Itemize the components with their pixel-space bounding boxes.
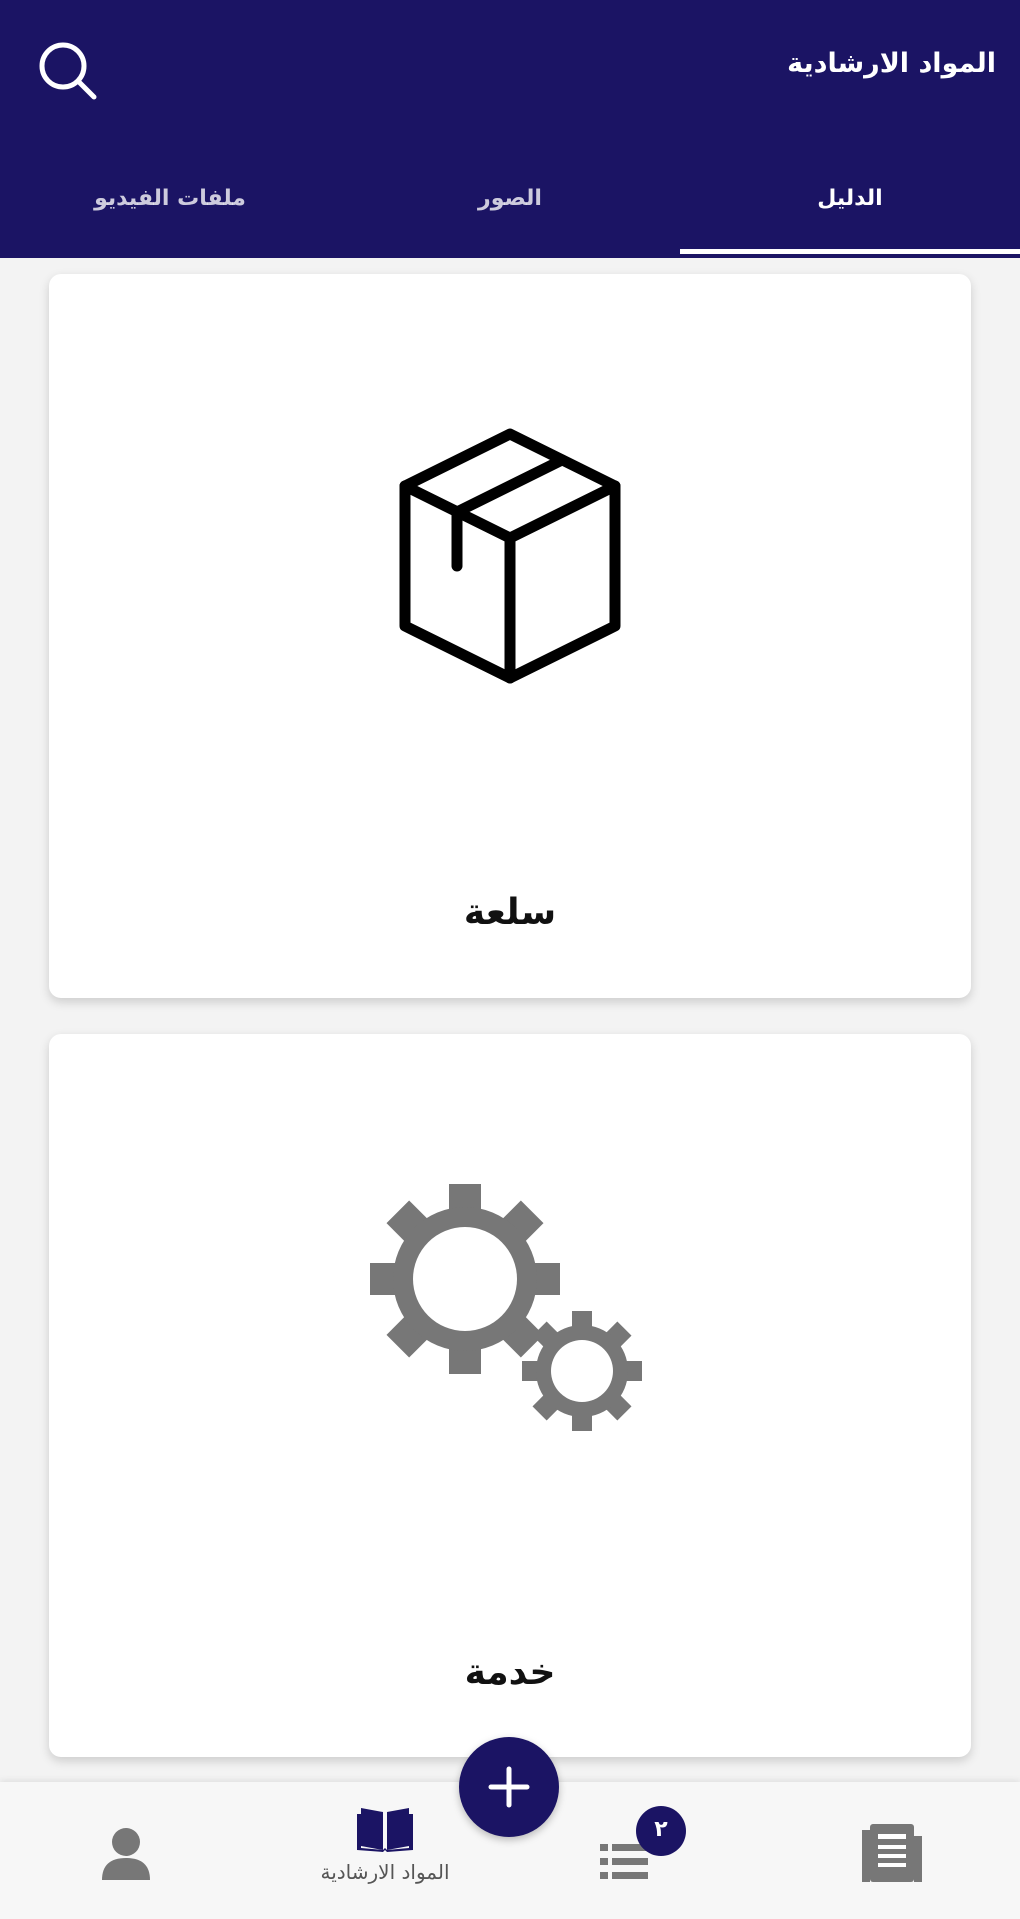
product-card-label: سلعة <box>463 892 557 933</box>
gears-icon <box>370 1184 642 1431</box>
tab-active-indicator <box>680 249 1020 254</box>
page-title: المواد الارشادية <box>787 48 996 79</box>
nav-list[interactable]: ٢ <box>596 1806 688 1896</box>
nav-profile[interactable] <box>96 1824 156 1884</box>
tab-photos[interactable]: الصور <box>340 160 680 258</box>
tab-videos[interactable]: ملفات الفيديو <box>0 160 340 258</box>
nav-guide-label: المواد الارشادية <box>320 1860 450 1884</box>
add-button[interactable] <box>459 1737 559 1837</box>
nav-guide-materials[interactable]: المواد الارشادية <box>290 1804 480 1900</box>
app-root: المواد الارشادية الدليل الصور ملفات الفي… <box>0 0 1020 1919</box>
search-button[interactable] <box>36 40 102 106</box>
nav-documents[interactable] <box>856 1818 928 1890</box>
service-card[interactable]: خدمة <box>49 1034 971 1757</box>
tab-guide[interactable]: الدليل <box>680 160 1020 258</box>
user-icon <box>102 1828 150 1880</box>
tab-bar: الدليل الصور ملفات الفيديو <box>0 160 1020 258</box>
box-icon <box>399 428 621 684</box>
tab-photos-label: الصور <box>478 186 542 211</box>
product-card[interactable]: سلعة <box>49 274 971 998</box>
service-card-label: خدمة <box>464 1652 556 1693</box>
tab-guide-label: الدليل <box>817 186 883 211</box>
open-book-icon <box>357 1808 413 1852</box>
newspaper-icon <box>862 1824 922 1882</box>
tab-videos-label: ملفات الفيديو <box>94 186 246 211</box>
app-header: المواد الارشادية الدليل الصور ملفات الفي… <box>0 0 1020 258</box>
search-icon <box>39 42 97 100</box>
list-count-badge: ٢ <box>636 1806 686 1856</box>
plus-icon <box>488 1766 530 1808</box>
